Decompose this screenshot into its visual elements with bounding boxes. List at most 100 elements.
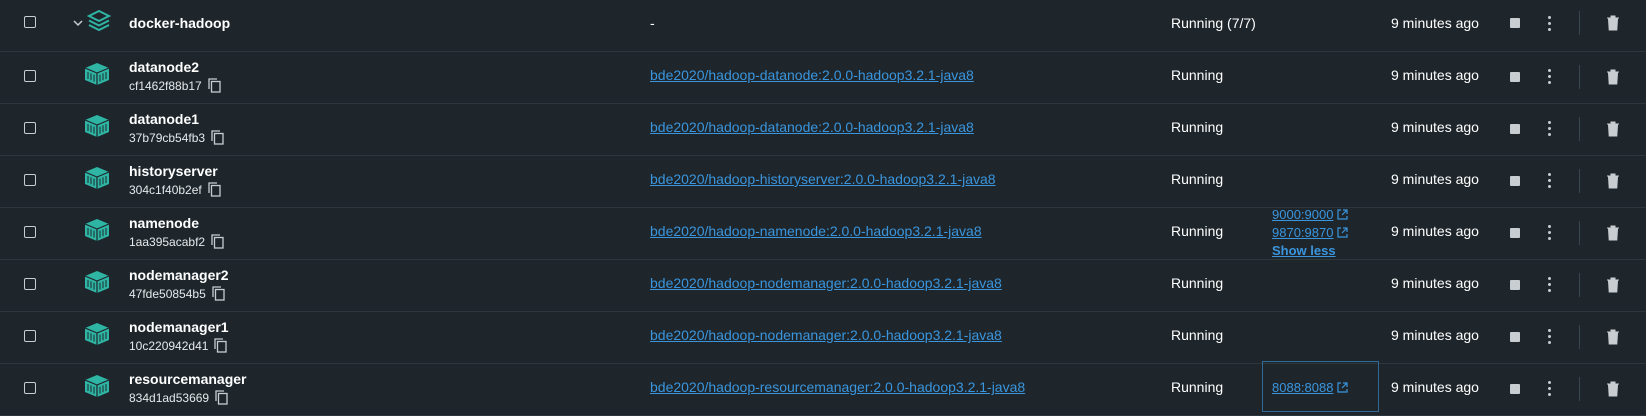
container-name[interactable]: resourcemanager bbox=[129, 371, 247, 387]
container-last-started: 9 minutes ago bbox=[1391, 67, 1479, 83]
trash-icon[interactable] bbox=[1606, 277, 1620, 293]
external-link-icon bbox=[1337, 227, 1349, 238]
kebab-menu-icon[interactable] bbox=[1548, 381, 1552, 399]
container-status: Running bbox=[1171, 67, 1224, 83]
checkbox-icon[interactable] bbox=[24, 226, 36, 238]
container-status: Running bbox=[1171, 275, 1224, 291]
container-name[interactable]: nodemanager2 bbox=[129, 267, 229, 283]
container-row[interactable]: nodemanager1 10c220942d41 bde2020/hadoop-n… bbox=[0, 312, 1646, 364]
port-label: 9870:9870 bbox=[1272, 225, 1334, 240]
port-focus-box bbox=[1262, 361, 1379, 412]
checkbox-icon[interactable] bbox=[24, 70, 36, 82]
kebab-menu-icon[interactable] bbox=[1548, 173, 1552, 191]
stop-icon[interactable] bbox=[1510, 18, 1520, 28]
container-last-started: 9 minutes ago bbox=[1391, 327, 1479, 343]
image-link[interactable]: bde2020/hadoop-nodemanager:2.0.0-hadoop3… bbox=[650, 327, 1002, 343]
container-row[interactable]: datanode1 37b79cb54fb3 bde2020/hadoop-data… bbox=[0, 104, 1646, 156]
stop-icon[interactable] bbox=[1510, 228, 1520, 238]
stop-icon[interactable] bbox=[1510, 124, 1520, 134]
container-status: Running bbox=[1171, 171, 1224, 187]
container-name[interactable]: historyserver bbox=[129, 163, 218, 179]
kebab-menu-icon[interactable] bbox=[1548, 69, 1552, 87]
image-link[interactable]: bde2020/hadoop-resourcemanager:2.0.0-had… bbox=[650, 379, 1025, 395]
container-last-started: 9 minutes ago bbox=[1391, 223, 1479, 239]
copy-icon[interactable] bbox=[211, 130, 224, 145]
checkbox-icon[interactable] bbox=[24, 174, 36, 186]
stop-icon[interactable] bbox=[1510, 332, 1520, 342]
checkbox-icon[interactable] bbox=[24, 16, 36, 28]
compose-group-row[interactable]: docker-hadoop - Running (7/7) 9 minutes … bbox=[0, 0, 1646, 52]
container-icon bbox=[84, 63, 110, 85]
container-name[interactable]: datanode2 bbox=[129, 59, 199, 75]
trash-icon[interactable] bbox=[1606, 121, 1620, 137]
kebab-menu-icon[interactable] bbox=[1548, 329, 1552, 347]
container-status: Running bbox=[1171, 379, 1224, 395]
image-link[interactable]: bde2020/hadoop-nodemanager:2.0.0-hadoop3… bbox=[650, 275, 1002, 291]
checkbox-icon[interactable] bbox=[24, 382, 36, 394]
trash-icon[interactable] bbox=[1606, 329, 1620, 345]
show-less-link[interactable]: Show less bbox=[1272, 242, 1348, 260]
stack-icon bbox=[86, 9, 112, 32]
container-name[interactable]: datanode1 bbox=[129, 111, 199, 127]
trash-icon[interactable] bbox=[1606, 225, 1620, 241]
container-icon bbox=[84, 375, 110, 397]
copy-icon[interactable] bbox=[214, 338, 227, 353]
image-link[interactable]: bde2020/hadoop-datanode:2.0.0-hadoop3.2.… bbox=[650, 67, 974, 83]
external-link-icon bbox=[1337, 209, 1349, 220]
trash-icon[interactable] bbox=[1606, 69, 1620, 85]
stop-icon[interactable] bbox=[1510, 280, 1520, 290]
trash-icon[interactable] bbox=[1606, 173, 1620, 189]
copy-icon[interactable] bbox=[208, 182, 221, 197]
container-last-started: 9 minutes ago bbox=[1391, 379, 1479, 395]
container-row[interactable]: namenode 1aa395acabf2 bde2020/hadoop-namen… bbox=[0, 206, 1646, 260]
container-icon bbox=[84, 219, 110, 241]
kebab-menu-icon[interactable] bbox=[1548, 121, 1552, 139]
container-id: 1aa395acabf2 bbox=[129, 235, 206, 249]
container-name[interactable]: namenode bbox=[129, 215, 199, 231]
checkbox-icon[interactable] bbox=[24, 278, 36, 290]
container-row[interactable]: historyserver 304c1f40b2ef bde2020/hadoop-… bbox=[0, 156, 1646, 208]
container-status: Running bbox=[1171, 327, 1224, 343]
image-link[interactable]: bde2020/hadoop-datanode:2.0.0-hadoop3.2.… bbox=[650, 119, 974, 135]
port-link[interactable]: 9870:9870 bbox=[1272, 224, 1349, 242]
chevron-down-icon[interactable] bbox=[72, 17, 84, 29]
container-last-started: 9 minutes ago bbox=[1391, 275, 1479, 291]
group-name[interactable]: docker-hadoop bbox=[129, 15, 230, 31]
image-link[interactable]: bde2020/hadoop-historyserver:2.0.0-hadoo… bbox=[650, 171, 996, 187]
stop-icon[interactable] bbox=[1510, 72, 1520, 82]
divider bbox=[1579, 117, 1580, 141]
trash-icon[interactable] bbox=[1606, 381, 1620, 397]
container-last-started: 9 minutes ago bbox=[1391, 171, 1479, 187]
container-row[interactable]: resourcemanager 834d1ad53669 bde2020/hadoo… bbox=[0, 364, 1646, 416]
checkbox-icon[interactable] bbox=[24, 122, 36, 134]
divider bbox=[1579, 221, 1580, 245]
port-label: 9000:9000 bbox=[1272, 207, 1334, 222]
container-id: cf1462f88b17 bbox=[129, 79, 202, 93]
stop-icon[interactable] bbox=[1510, 176, 1520, 186]
kebab-menu-icon[interactable] bbox=[1548, 16, 1552, 34]
divider bbox=[1579, 65, 1580, 89]
stop-icon[interactable] bbox=[1510, 384, 1520, 394]
checkbox-icon[interactable] bbox=[24, 330, 36, 342]
container-row[interactable]: datanode2 cf1462f88b17 bde2020/hadoop-data… bbox=[0, 52, 1646, 104]
copy-icon[interactable] bbox=[211, 234, 224, 249]
kebab-menu-icon[interactable] bbox=[1548, 225, 1552, 243]
container-last-started: 9 minutes ago bbox=[1391, 119, 1479, 135]
copy-icon[interactable] bbox=[215, 390, 228, 405]
container-status: Running bbox=[1171, 223, 1224, 239]
container-icon bbox=[84, 167, 110, 189]
ports-list: 9000:9000 9870:9870 Show less bbox=[1272, 206, 1349, 260]
trash-icon[interactable] bbox=[1606, 15, 1620, 31]
divider bbox=[1579, 377, 1580, 401]
kebab-menu-icon[interactable] bbox=[1548, 277, 1552, 295]
copy-icon[interactable] bbox=[212, 286, 225, 301]
image-link[interactable]: bde2020/hadoop-namenode:2.0.0-hadoop3.2.… bbox=[650, 223, 982, 239]
port-link[interactable]: 9000:9000 bbox=[1272, 206, 1349, 224]
container-icon bbox=[84, 115, 110, 137]
container-name[interactable]: nodemanager1 bbox=[129, 319, 229, 335]
container-id: 834d1ad53669 bbox=[129, 391, 210, 405]
divider bbox=[1579, 11, 1580, 35]
container-row[interactable]: nodemanager2 47fde50854b5 bde2020/hadoop-n… bbox=[0, 260, 1646, 312]
divider bbox=[1579, 273, 1580, 297]
copy-icon[interactable] bbox=[208, 78, 221, 93]
